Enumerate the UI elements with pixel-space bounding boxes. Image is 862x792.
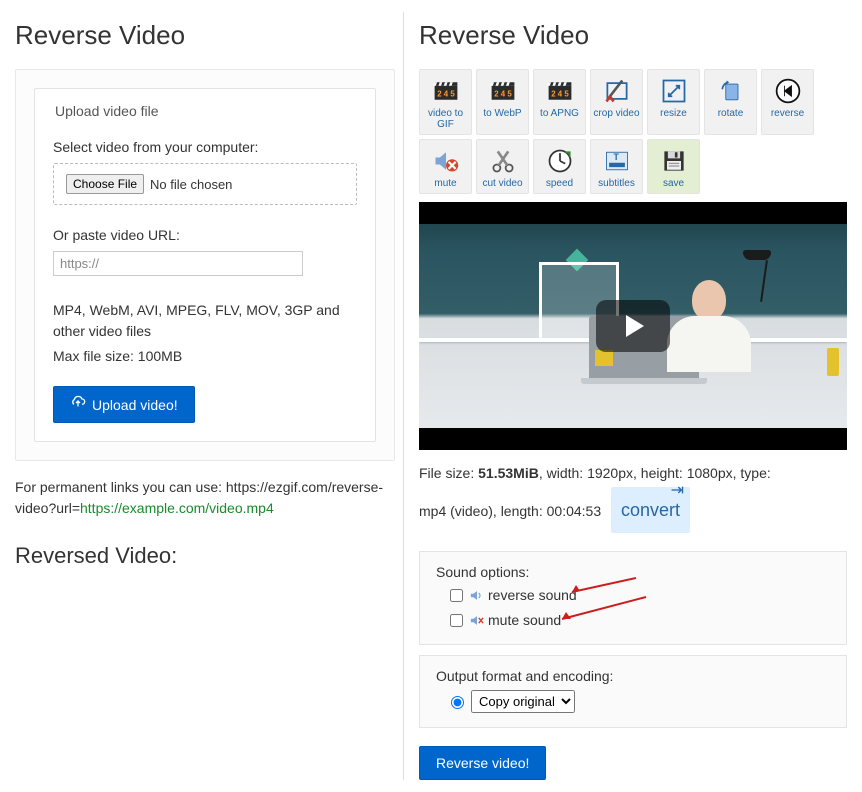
- permalink-hint: For permanent links you can use: https:/…: [15, 477, 395, 519]
- scene-decoration: [595, 350, 613, 366]
- tool-to-apng[interactable]: 2 4 5 to APNG: [533, 69, 586, 135]
- output-format-heading: Output format and encoding:: [436, 668, 830, 684]
- upload-button-label: Upload video!: [92, 397, 178, 413]
- video-preview[interactable]: [419, 202, 847, 450]
- subtitles-icon: T: [593, 146, 640, 176]
- tool-label: rotate: [707, 108, 754, 119]
- reverse-sound-label: reverse sound: [488, 587, 577, 603]
- tool-label: crop video: [593, 108, 640, 119]
- tool-reverse[interactable]: reverse: [761, 69, 814, 135]
- reverse-sound-checkbox[interactable]: [450, 589, 463, 602]
- floppy-icon: [650, 146, 697, 176]
- output-format-select[interactable]: Copy original: [471, 690, 575, 713]
- tool-label: video to GIF: [422, 108, 469, 130]
- svg-text:T: T: [613, 152, 619, 162]
- reverse-video-button[interactable]: Reverse video!: [419, 746, 546, 780]
- clapper-icon: 2 4 5: [479, 76, 526, 106]
- video-meta: File size: 51.53MiB, width: 1920px, heig…: [419, 460, 847, 533]
- tool-resize[interactable]: resize: [647, 69, 700, 135]
- meta-filesize: 51.53MiB: [478, 465, 539, 481]
- speaker-mute-icon: [470, 615, 484, 626]
- scene-decoration: [667, 280, 751, 380]
- max-size-text: Max file size: 100MB: [53, 348, 357, 364]
- clapper-icon: 2 4 5: [422, 76, 469, 106]
- meta-label: File size:: [419, 465, 478, 481]
- mute-sound-checkbox[interactable]: [450, 614, 463, 627]
- tool-label: to APNG: [536, 108, 583, 119]
- letterbox: [419, 428, 847, 450]
- sound-options-panel: Sound options: reverse sound mute sound: [419, 551, 847, 645]
- resize-icon: [650, 76, 697, 106]
- convert-button[interactable]: convert ⇥: [611, 487, 690, 533]
- result-heading: Reversed Video:: [15, 543, 395, 569]
- tool-label: resize: [650, 108, 697, 119]
- meta-rest: , width: 1920px, height: 1080px, type:: [539, 465, 771, 481]
- reverse-icon: [764, 76, 811, 106]
- tool-mute[interactable]: mute: [419, 139, 472, 194]
- sound-options-heading: Sound options:: [436, 564, 830, 580]
- tool-crop-video[interactable]: crop video: [590, 69, 643, 135]
- tool-label: mute: [422, 178, 469, 189]
- rotate-icon: [707, 76, 754, 106]
- upload-cloud-icon: [70, 395, 86, 414]
- tool-to-webp[interactable]: 2 4 5 to WebP: [476, 69, 529, 135]
- svg-text:2 4 5: 2 4 5: [551, 89, 569, 98]
- mute-sound-label: mute sound: [488, 612, 561, 628]
- tool-video-to-gif[interactable]: 2 4 5 video to GIF: [419, 69, 472, 135]
- tool-label: to WebP: [479, 108, 526, 119]
- url-input[interactable]: [53, 251, 303, 276]
- toolbar: 2 4 5 video to GIF 2 4 5 to WebP 2 4 5 t…: [419, 69, 847, 194]
- upload-fieldset: Upload video file Select video from your…: [34, 88, 376, 442]
- play-button[interactable]: [596, 300, 670, 352]
- convert-arrow-icon: ⇥: [671, 483, 684, 499]
- svg-text:2 4 5: 2 4 5: [437, 89, 455, 98]
- clapper-icon: 2 4 5: [536, 76, 583, 106]
- reverse-video-label: Reverse video!: [436, 755, 529, 771]
- svg-text:2 4 5: 2 4 5: [494, 89, 512, 98]
- file-status-text: No file chosen: [150, 177, 232, 192]
- scene-decoration: [827, 348, 839, 376]
- mute-icon: [422, 146, 469, 176]
- choose-file-button[interactable]: Choose File: [66, 174, 144, 194]
- supported-formats-text: MP4, WebM, AVI, MPEG, FLV, MOV, 3GP and …: [53, 300, 357, 342]
- scissors-icon: [479, 146, 526, 176]
- letterbox: [419, 202, 847, 224]
- tool-label: subtitles: [593, 178, 640, 189]
- tool-speed[interactable]: speed: [533, 139, 586, 194]
- tool-subtitles[interactable]: T subtitles: [590, 139, 643, 194]
- url-label: Or paste video URL:: [53, 227, 357, 243]
- output-format-panel: Output format and encoding: Copy origina…: [419, 655, 847, 728]
- tool-label: save: [650, 178, 697, 189]
- tool-save[interactable]: save: [647, 139, 700, 194]
- upload-video-button[interactable]: Upload video!: [53, 386, 195, 423]
- crop-icon: [593, 76, 640, 106]
- output-copy-original-radio[interactable]: [451, 696, 464, 709]
- tool-label: speed: [536, 178, 583, 189]
- permalink-example-link[interactable]: https://example.com/video.mp4: [80, 500, 274, 516]
- page-title-right: Reverse Video: [419, 20, 847, 51]
- tool-rotate[interactable]: rotate: [704, 69, 757, 135]
- speaker-icon: [470, 590, 484, 601]
- meta-line2: mp4 (video), length: 00:04:53: [419, 503, 601, 519]
- upload-card: Upload video file Select video from your…: [15, 69, 395, 461]
- tool-label: reverse: [764, 108, 811, 119]
- select-file-label: Select video from your computer:: [53, 139, 357, 155]
- upload-legend: Upload video file: [49, 103, 165, 119]
- file-drop-area[interactable]: Choose File No file chosen: [53, 163, 357, 205]
- speed-icon: [536, 146, 583, 176]
- tool-label: cut video: [479, 178, 526, 189]
- tool-cut-video[interactable]: cut video: [476, 139, 529, 194]
- page-title-left: Reverse Video: [15, 20, 395, 51]
